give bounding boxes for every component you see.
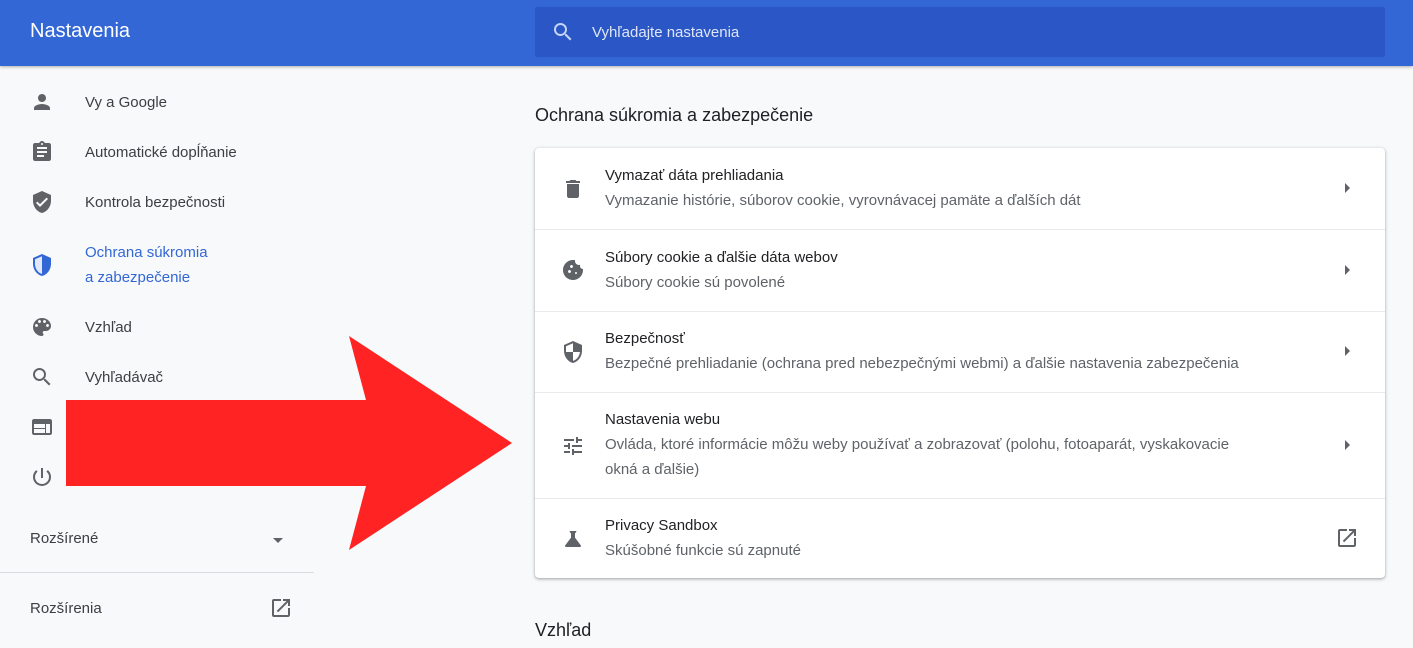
power-icon: [30, 465, 54, 489]
top-bar: Nastavenia: [0, 0, 1413, 66]
row-subtitle: Súbory cookie sú povolené: [605, 274, 786, 291]
flask-icon: [561, 527, 585, 551]
row-subtitle: Bezpečné prehliadanie (ochrana pred nebe…: [605, 355, 1239, 372]
next-section-title: Vzhľad: [535, 620, 592, 640]
search-icon: [30, 365, 54, 389]
app-title: Nastavenia: [30, 20, 131, 42]
sidebar-item-label: Vyhľadávač: [85, 369, 164, 386]
row-privacy-sandbox[interactable]: Privacy Sandbox Skúšobné funkcie sú zapn…: [535, 498, 1385, 578]
clipboard-icon: [30, 140, 54, 164]
row-subtitle-line2: okná a ďalšie): [605, 461, 700, 478]
shield-icon: [561, 340, 585, 364]
sidebar: Vy a Google Automatické dopĺňanie Kontro…: [0, 66, 314, 648]
row-title: Súbory cookie a ďalšie dáta webov: [605, 249, 838, 266]
palette-icon: [30, 315, 54, 339]
row-subtitle: Vymazanie histórie, súborov cookie, vyro…: [605, 192, 1081, 209]
sidebar-item-on-startup[interactable]: [0, 465, 314, 491]
sidebar-item-privacy-security[interactable]: Ochrana súkromia a zabezpečenie: [0, 240, 314, 290]
row-site-settings[interactable]: Nastavenia webu Ovláda, ktoré informácie…: [535, 392, 1385, 498]
sidebar-item-label: Kontrola bezpečnosti: [85, 194, 226, 211]
sidebar-item-you-and-google[interactable]: Vy a Google: [0, 90, 314, 116]
sidebar-item-label: Vy a Google: [85, 94, 167, 111]
row-clear-browsing-data[interactable]: Vymazať dáta prehliadania Vymazanie hist…: [535, 148, 1385, 229]
privacy-settings-card: Vymazať dáta prehliadania Vymazanie hist…: [535, 148, 1385, 578]
sidebar-item-default-browser[interactable]: [0, 415, 314, 441]
row-cookies[interactable]: Súbory cookie a ďalšie dáta webov Súbory…: [535, 229, 1385, 311]
cookie-icon: [561, 258, 585, 282]
search-box[interactable]: [535, 7, 1385, 57]
sidebar-item-autofill[interactable]: Automatické dopĺňanie: [0, 140, 314, 166]
trash-icon: [561, 177, 585, 201]
row-title: Nastavenia webu: [605, 411, 721, 428]
shield-half-icon: [30, 253, 54, 277]
caret-down-icon: [266, 528, 290, 552]
row-subtitle-line1: Ovláda, ktoré informácie môžu weby použí…: [605, 436, 1230, 453]
chevron-right-icon: [1335, 176, 1359, 200]
chevron-right-icon: [1335, 339, 1359, 363]
chevron-right-icon: [1335, 258, 1359, 282]
sidebar-item-search-engine[interactable]: Vyhľadávač: [0, 365, 314, 391]
sidebar-item-label: Automatické dopĺňanie: [85, 144, 237, 161]
sidebar-item-label-line1: Ochrana súkromia: [85, 244, 208, 261]
open-in-new-icon: [1335, 526, 1359, 550]
section-title: Ochrana súkromia a zabezpečenie: [535, 105, 814, 125]
advanced-toggle[interactable]: Rozšírené: [30, 528, 290, 552]
row-title: Bezpečnosť: [605, 330, 685, 347]
search-input[interactable]: [592, 7, 1362, 57]
row-title: Privacy Sandbox: [605, 517, 718, 534]
row-security[interactable]: Bezpečnosť Bezpečné prehliadanie (ochran…: [535, 311, 1385, 392]
sidebar-item-label: Vzhľad: [85, 319, 132, 336]
extensions-link[interactable]: Rozšírenia: [30, 596, 293, 622]
row-title: Vymazať dáta prehliadania: [605, 167, 784, 184]
chevron-right-icon: [1335, 433, 1359, 457]
open-in-new-icon: [269, 596, 293, 620]
sidebar-item-appearance[interactable]: Vzhľad: [0, 315, 314, 341]
tune-sliders-icon: [561, 434, 585, 458]
sidebar-divider: [0, 572, 314, 573]
sidebar-item-safety-check[interactable]: Kontrola bezpečnosti: [0, 190, 314, 216]
advanced-label: Rozšírené: [30, 530, 99, 547]
search-icon[interactable]: [551, 20, 575, 44]
person-icon: [30, 90, 54, 114]
extensions-label: Rozšírenia: [30, 600, 102, 617]
sidebar-item-label-line2: a zabezpečenie: [85, 269, 191, 286]
row-subtitle: Skúšobné funkcie sú zapnuté: [605, 542, 801, 559]
shield-check-icon: [30, 190, 54, 214]
browser-window-icon: [30, 415, 54, 439]
